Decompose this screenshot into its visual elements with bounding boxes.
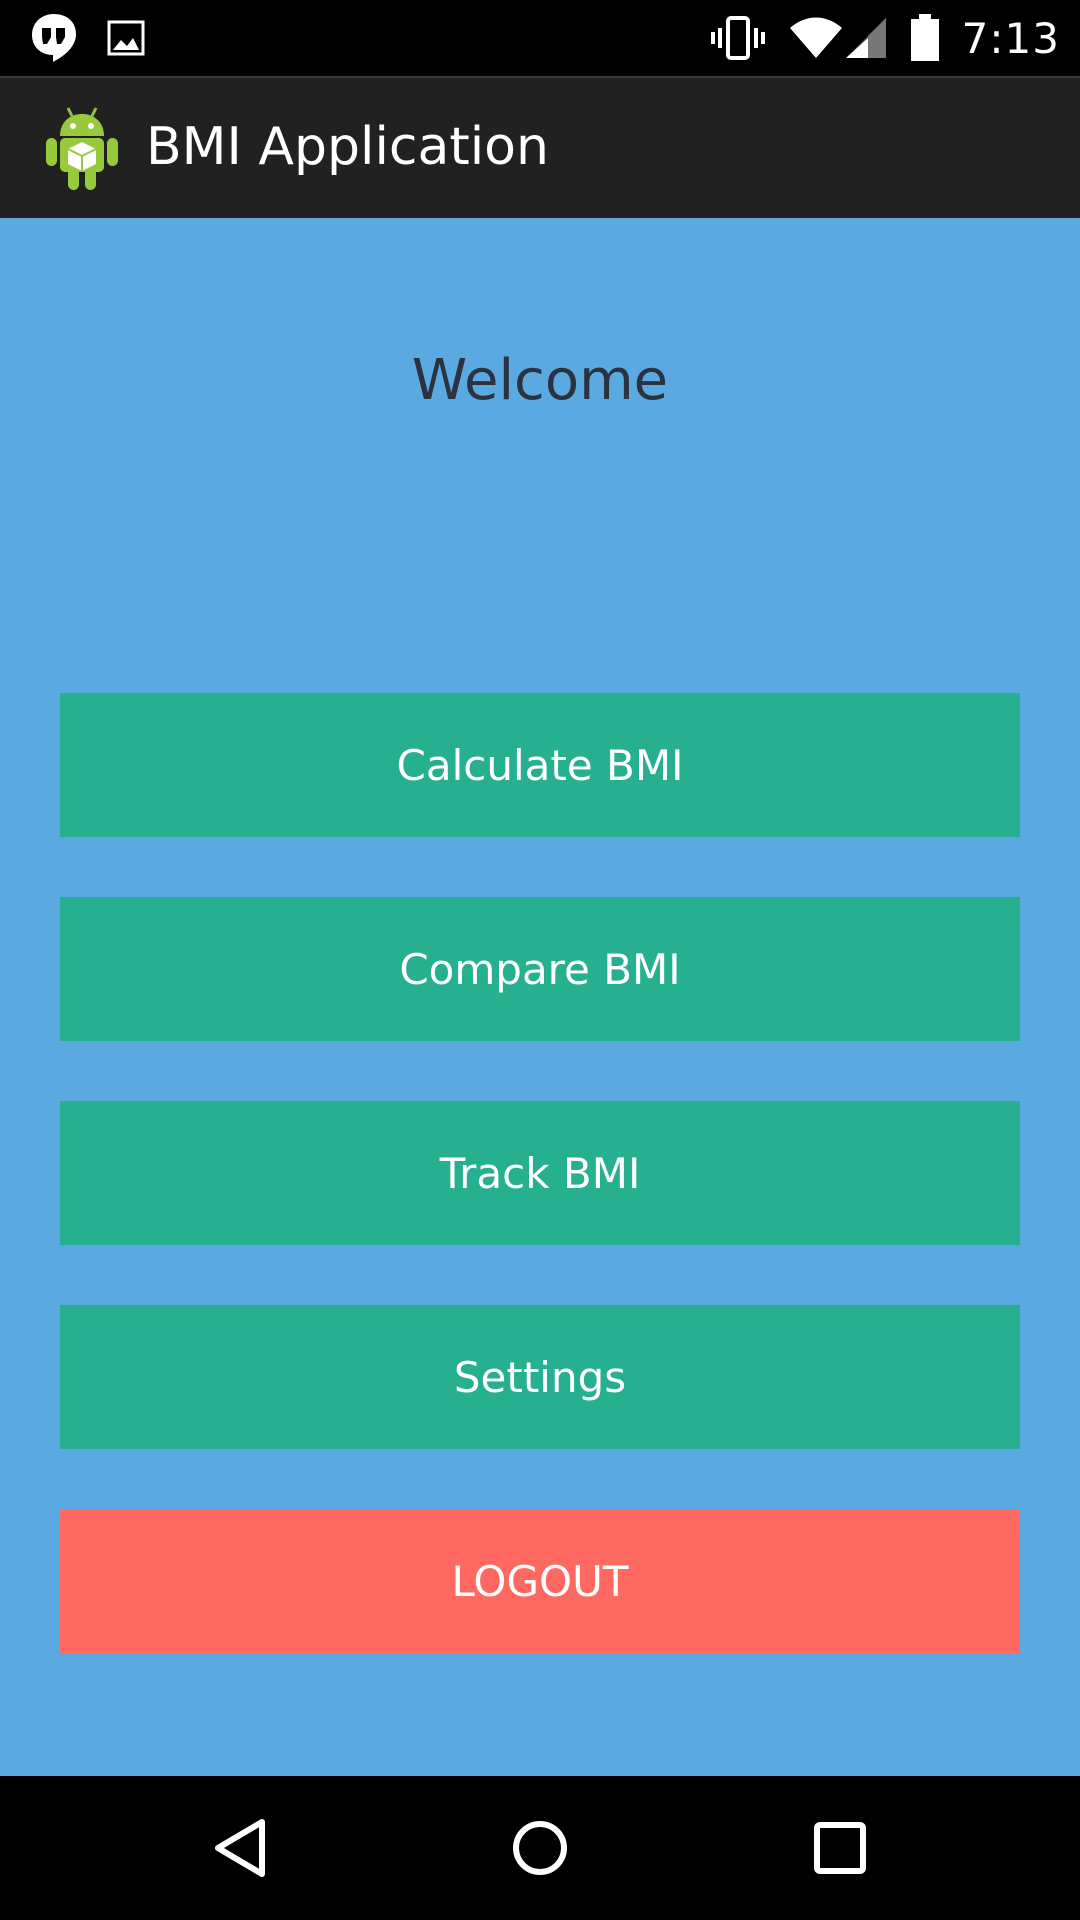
vibrate-icon bbox=[710, 14, 766, 62]
compare-bmi-button[interactable]: Compare BMI bbox=[60, 897, 1020, 1041]
android-app-icon bbox=[44, 104, 120, 196]
welcome-heading: Welcome bbox=[411, 348, 669, 413]
back-button[interactable] bbox=[192, 1800, 288, 1896]
status-system: 7:13 bbox=[710, 10, 1060, 66]
screen: 7:13 BMI Application Welcome Calculate B… bbox=[0, 0, 1080, 1920]
wifi-icon bbox=[788, 16, 844, 60]
signal-icon bbox=[844, 16, 888, 60]
navigation-bar bbox=[0, 1776, 1080, 1920]
settings-button[interactable]: Settings bbox=[60, 1305, 1020, 1449]
home-button[interactable] bbox=[492, 1800, 588, 1896]
track-bmi-button[interactable]: Track BMI bbox=[60, 1101, 1020, 1245]
action-bar: BMI Application bbox=[0, 76, 1080, 226]
status-bar: 7:13 bbox=[0, 0, 1080, 76]
back-icon bbox=[212, 1818, 268, 1878]
hangouts-icon bbox=[30, 12, 78, 64]
image-icon bbox=[106, 18, 146, 58]
status-time: 7:13 bbox=[961, 13, 1060, 63]
calculate-bmi-button[interactable]: Calculate BMI bbox=[60, 693, 1020, 837]
main-content: Welcome Calculate BMI Compare BMI Track … bbox=[0, 218, 1080, 1776]
logout-button[interactable]: LOGOUT bbox=[60, 1509, 1020, 1653]
recents-icon bbox=[813, 1821, 867, 1875]
app-title: BMI Application bbox=[146, 117, 549, 177]
recents-button[interactable] bbox=[792, 1800, 888, 1896]
home-icon bbox=[510, 1818, 570, 1878]
status-notifications bbox=[30, 12, 146, 64]
battery-icon bbox=[910, 14, 940, 62]
